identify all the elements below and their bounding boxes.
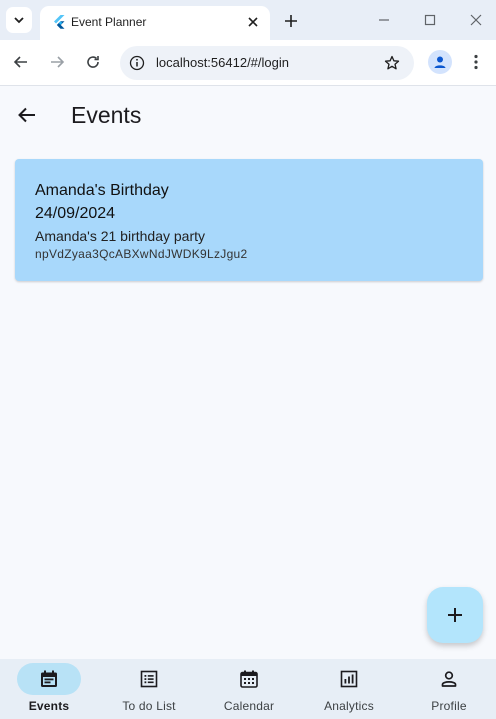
bottom-navigation: Events To do List Calendar Analytics Pro… bbox=[0, 659, 496, 719]
nav-item-profile[interactable]: Profile bbox=[399, 659, 496, 719]
bookmark-button[interactable] bbox=[382, 53, 402, 73]
event-description: Amanda's 21 birthday party bbox=[35, 228, 205, 244]
nav-label: Calendar bbox=[223, 699, 275, 713]
reload-button[interactable] bbox=[81, 50, 105, 74]
minimize-button[interactable] bbox=[369, 8, 399, 32]
event-icon bbox=[41, 670, 57, 687]
browser-tab[interactable]: Event Planner bbox=[40, 6, 270, 40]
nav-item-calendar[interactable]: Calendar bbox=[199, 659, 299, 719]
flutter-icon bbox=[54, 15, 65, 29]
event-card[interactable]: Amanda's Birthday 24/09/2024 Amanda's 21… bbox=[15, 159, 483, 281]
person-icon bbox=[441, 671, 457, 687]
event-id: npVdZyaa3QcABXwNdJWDK9LzJgu2 bbox=[35, 247, 248, 261]
nav-active-indicator bbox=[17, 663, 81, 695]
star-icon bbox=[384, 55, 400, 70]
back-nav-button[interactable] bbox=[9, 50, 33, 74]
profile-avatar-button[interactable] bbox=[428, 50, 452, 74]
nav-label: To do List bbox=[122, 699, 176, 713]
add-event-button[interactable] bbox=[427, 587, 483, 643]
plus-icon bbox=[285, 15, 297, 27]
tab-title: Event Planner bbox=[71, 15, 147, 29]
tab-search-button[interactable] bbox=[6, 7, 32, 33]
nav-label: Profile bbox=[431, 699, 467, 713]
chevron-down-icon bbox=[14, 17, 24, 24]
app-bar: Events bbox=[0, 87, 496, 143]
plus-icon bbox=[448, 608, 462, 622]
maximize-button[interactable] bbox=[415, 8, 445, 32]
reload-icon bbox=[87, 56, 99, 68]
arrow-back-icon bbox=[18, 107, 35, 123]
close-icon bbox=[470, 14, 482, 26]
new-tab-button[interactable] bbox=[280, 10, 302, 32]
minimize-icon bbox=[379, 19, 389, 21]
url-text[interactable]: localhost:56412/#/login bbox=[156, 55, 289, 71]
event-title: Amanda's Birthday bbox=[35, 182, 169, 199]
browser-menu-button[interactable] bbox=[466, 50, 486, 74]
nav-icon-container bbox=[317, 663, 381, 695]
info-icon bbox=[129, 55, 145, 71]
event-date: 24/09/2024 bbox=[35, 205, 116, 222]
browser-tab-strip: Event Planner bbox=[0, 0, 496, 40]
window-close-button[interactable] bbox=[461, 8, 491, 32]
nav-icon-container bbox=[417, 663, 481, 695]
arrow-right-icon bbox=[51, 56, 65, 68]
close-icon bbox=[248, 17, 258, 27]
checklist-icon bbox=[140, 670, 158, 688]
forward-nav-button[interactable] bbox=[45, 50, 69, 74]
arrow-left-icon bbox=[13, 56, 27, 68]
analytics-icon bbox=[340, 670, 358, 688]
nav-icon-container bbox=[117, 663, 181, 695]
maximize-icon bbox=[424, 14, 436, 26]
site-info-button[interactable] bbox=[126, 52, 148, 74]
tab-close-button[interactable] bbox=[244, 13, 262, 31]
page-title: Events bbox=[71, 102, 142, 128]
calendar-icon bbox=[240, 670, 258, 688]
back-button[interactable] bbox=[13, 101, 41, 129]
nav-label: Analytics bbox=[324, 699, 374, 713]
more-vert-icon bbox=[474, 54, 478, 70]
nav-label: Events bbox=[28, 699, 70, 713]
nav-item-events[interactable]: Events bbox=[0, 659, 99, 719]
nav-item-todo-list[interactable]: To do List bbox=[99, 659, 199, 719]
nav-icon-container bbox=[217, 663, 281, 695]
nav-item-analytics[interactable]: Analytics bbox=[299, 659, 399, 719]
account-icon bbox=[434, 56, 446, 68]
browser-toolbar: localhost:56412/#/login bbox=[0, 40, 496, 86]
address-bar[interactable]: localhost:56412/#/login bbox=[120, 46, 414, 80]
